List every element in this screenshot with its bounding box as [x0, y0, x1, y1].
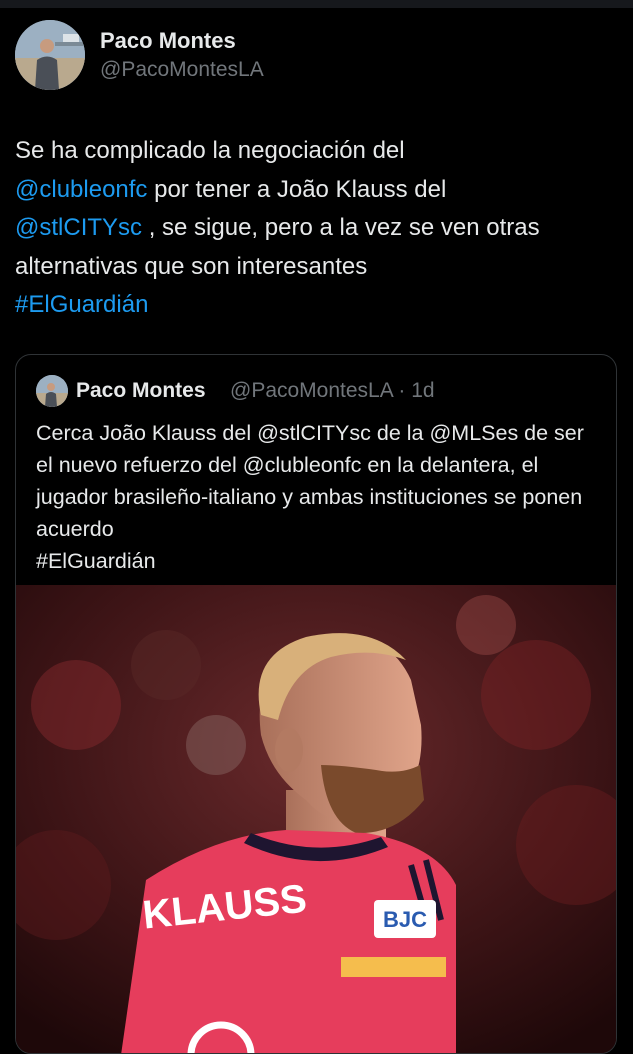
- author-name[interactable]: Paco Montes: [100, 28, 236, 54]
- tweet-text-part2: por tener a João Klauss del: [147, 175, 447, 203]
- sponsor-logo-text: BJC: [383, 907, 427, 932]
- author-avatar[interactable]: [15, 20, 85, 90]
- quoted-hashtag: #ElGuardián: [36, 549, 156, 573]
- top-bar: [0, 0, 633, 8]
- author-handle[interactable]: @PacoMontesLA: [100, 58, 264, 82]
- quoted-tweet[interactable]: Paco Montes @PacoMontesLA · 1d Cerca Joã…: [15, 354, 617, 1054]
- mention-link[interactable]: @stlCITYsc: [15, 214, 142, 241]
- tweet-text-line1: Se ha complicado la negociación del: [15, 137, 405, 164]
- quoted-author-name: Paco Montes: [76, 379, 206, 402]
- hashtag-link[interactable]: #ElGuardián: [15, 291, 148, 318]
- quoted-author-avatar: [36, 375, 68, 407]
- quoted-media-image[interactable]: BJC KLAUSS: [16, 585, 616, 1053]
- mention-link[interactable]: @clubleonfc: [15, 176, 147, 203]
- quoted-author-handle-time: @PacoMontesLA · 1d: [230, 379, 435, 402]
- quoted-text-body: Cerca João Klauss del @stlCITYsc de la @…: [36, 421, 584, 541]
- quoted-tweet-text: Cerca João Klauss del @stlCITYsc de la @…: [36, 417, 606, 577]
- tweet-text: Se ha complicado la negociación del @clu…: [15, 132, 615, 325]
